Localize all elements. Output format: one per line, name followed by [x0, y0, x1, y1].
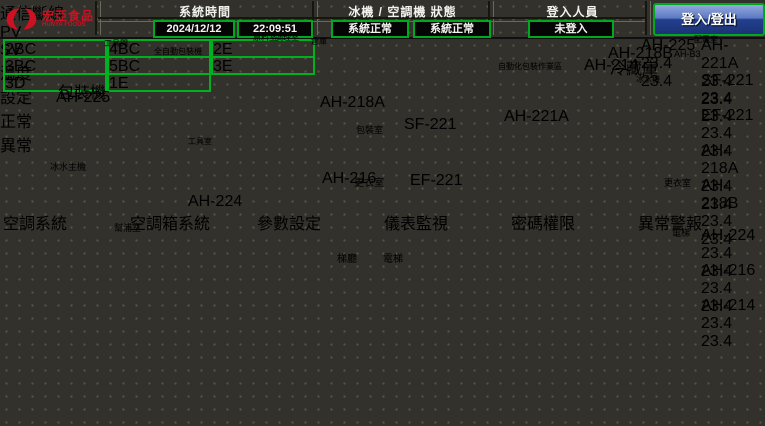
nav-button[interactable]: 密碼權限 [511, 210, 575, 234]
empty-slot [641, 88, 695, 99]
pv-value: 23.4 [701, 90, 732, 107]
room-label: 梯廳 [337, 250, 357, 265]
shaft-box [356, 244, 369, 268]
room-label: 全自動包裝機 [154, 46, 202, 57]
device-comm-fail-icon[interactable] [406, 85, 436, 114]
shaft-box [402, 244, 414, 268]
device-comm-fail-icon[interactable] [62, 106, 98, 136]
room-label: 倉庫 [311, 36, 327, 47]
pv-value: 23.4 [701, 125, 732, 142]
pv-value: 23.4 [701, 280, 732, 297]
nav-button[interactable]: 空調系統 [3, 210, 67, 234]
room-label: 工具間 [104, 38, 128, 49]
shaft-x-icon [68, 242, 83, 267]
shaft-box [370, 244, 383, 268]
device-comm-fail-icon[interactable] [511, 119, 542, 150]
equipment-name: AH-224 [701, 227, 755, 244]
machine-status-label: 冰機 / 空調機 狀態 [320, 3, 485, 20]
shaft-x-icon [85, 242, 100, 267]
chiller-status-value: 系統正常 [331, 20, 409, 38]
brand-icon [4, 4, 39, 34]
stairs-icon [543, 6, 605, 34]
shaft-x-icon [345, 40, 357, 56]
shaft-x-icon [415, 244, 428, 268]
room-label: 原料室 [253, 32, 277, 43]
room-label: 調理室 [275, 32, 299, 43]
device-label: AH-225 [56, 89, 110, 107]
equipment-button[interactable]: AH-224 [701, 227, 763, 245]
equipment-button[interactable]: EF-221 [701, 107, 763, 125]
nav-button[interactable]: 異常警報 [638, 210, 702, 234]
equipment-button[interactable]: AH-221A [701, 37, 763, 73]
nav-button[interactable]: 參數設定 [257, 210, 321, 234]
device-comm-fail-icon[interactable] [358, 85, 388, 115]
equipment-name: SF-221 [701, 72, 753, 89]
equipment-name: AH-221A [701, 37, 738, 72]
room-label: 電梯 [383, 250, 403, 265]
ahu-status-value: 系統正常 [413, 20, 491, 38]
shaft-x-icon [322, 244, 335, 268]
nav-button[interactable]: 空調箱系統 [130, 210, 210, 234]
pv-value: 23.4 [701, 245, 732, 262]
nav-button[interactable]: 儀表監視 [384, 210, 448, 234]
device-comm-fail-icon[interactable] [413, 182, 442, 211]
equipment-name: AH-214 [701, 297, 755, 314]
pv-value: 23.4 [701, 315, 732, 332]
equipment-button[interactable]: AH-225 [641, 37, 697, 55]
shaft-x-icon [387, 40, 399, 56]
shaft-x-icon [308, 244, 321, 268]
room-label: 包裝室 [356, 123, 383, 136]
equipment-button[interactable]: AH-216 [701, 262, 763, 280]
stairs-icon [45, 6, 97, 32]
equipment-button[interactable]: AH-218B [701, 177, 763, 213]
equipment-button[interactable]: AH-214 [701, 297, 763, 315]
pv-value: 23.4 [641, 55, 672, 72]
room-label: 冰水主機 [50, 160, 86, 173]
empty-slot [701, 337, 759, 352]
equipment-button[interactable]: AH-218A [701, 142, 763, 178]
empty-slot [641, 72, 695, 83]
equipment-name: AH-218B [701, 177, 738, 212]
device-label: SF-221 [404, 116, 456, 134]
equipment-name: AH-225 [641, 37, 695, 54]
equipment-name: AH-218A [701, 142, 738, 177]
device-comm-fail-icon[interactable] [218, 182, 248, 211]
zone-button[interactable]: 1E [107, 73, 211, 92]
equipment-button[interactable]: SF-221 [701, 72, 763, 90]
device-comm-fail-icon[interactable] [326, 182, 356, 211]
device-comm-fail-icon[interactable] [553, 52, 583, 80]
room-label: 工具室 [188, 136, 212, 147]
equipment-name: AH-216 [701, 262, 755, 279]
system-date-value: 2024/12/12 [153, 20, 235, 38]
empty-slot [701, 360, 759, 375]
equipment-name: EF-221 [701, 107, 753, 124]
system-time-label: 系統時間 [130, 3, 280, 20]
